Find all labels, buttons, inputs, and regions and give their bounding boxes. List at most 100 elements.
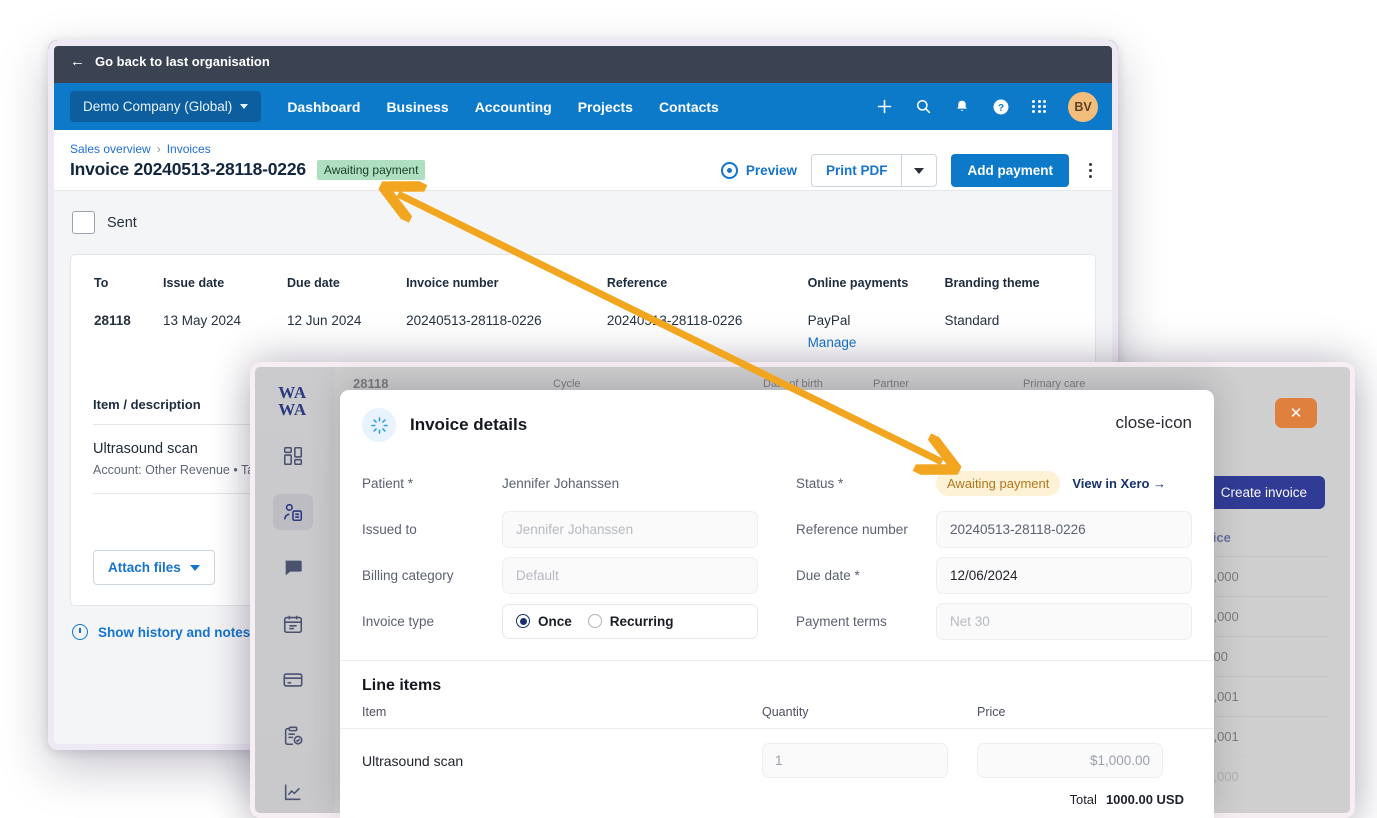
status-value-group: Awaiting payment View in Xero → xyxy=(936,471,1166,496)
line-item-price-input[interactable]: $1,000.00 xyxy=(977,743,1163,778)
col-reference: Reference xyxy=(606,275,807,312)
due-date-input[interactable]: 12/06/2024 xyxy=(936,557,1192,594)
sidebar-item-calendar[interactable] xyxy=(273,606,313,642)
xero-topbar: ← Go back to last organisation xyxy=(48,40,1118,83)
col-invoice-number: Invoice number xyxy=(405,275,606,312)
svg-text:?: ? xyxy=(998,102,1004,113)
close-icon[interactable]: close-icon xyxy=(1115,414,1192,431)
sidebar-item-messages[interactable] xyxy=(273,550,313,586)
manage-link[interactable]: Manage xyxy=(808,335,930,350)
radio-unselected-icon xyxy=(588,614,602,628)
add-payment-button[interactable]: Add payment xyxy=(951,154,1069,187)
nav-right-icons: ? BV xyxy=(876,92,1098,122)
line-item-price-cell: $1,000.00 xyxy=(977,743,1192,778)
ehr-close-button[interactable]: ✕ xyxy=(1275,398,1317,428)
print-pdf-button[interactable]: Print PDF xyxy=(811,154,902,187)
radio-recurring[interactable]: Recurring xyxy=(588,614,674,629)
ehr-create-invoice-button[interactable]: Create invoice xyxy=(1203,476,1325,509)
line-item-name: Ultrasound scan xyxy=(362,753,762,769)
nav-item-accounting[interactable]: Accounting xyxy=(475,99,552,115)
total-value: 1000.00 USD xyxy=(1106,792,1184,807)
reference-number-label: Reference number xyxy=(796,522,936,537)
invoice-details-table: To Issue date Due date Invoice number Re… xyxy=(93,275,1073,351)
sent-checkbox[interactable] xyxy=(72,211,95,234)
modal-right-column: Status * Awaiting payment View in Xero →… xyxy=(796,460,1192,644)
payment-terms-label: Payment terms xyxy=(796,614,936,629)
sidebar-item-dashboard[interactable] xyxy=(273,438,313,474)
organisation-switcher[interactable]: Demo Company (Global) xyxy=(70,91,261,122)
status-badge: Awaiting payment xyxy=(317,160,426,180)
field-due-date: Due date * 12/06/2024 xyxy=(796,552,1192,598)
ehr-price-column: Price $1,000 €1,000 €300 €3,001 €3,001 €… xyxy=(1199,530,1329,796)
screenshot-stage: ← Go back to last organisation Demo Comp… xyxy=(0,0,1377,818)
logo-line-1: WA xyxy=(278,384,306,401)
organisation-name: Demo Company (Global) xyxy=(83,99,232,114)
page-title: Invoice 20240513-28118-0226 xyxy=(70,159,306,180)
go-back-to-last-organisation-button[interactable]: ← Go back to last organisation xyxy=(70,54,270,69)
preview-button[interactable]: Preview xyxy=(721,162,797,179)
modal-form: Patient * Jennifer Johanssen Issued to J… xyxy=(340,454,1214,644)
apps-grid-icon[interactable] xyxy=(1032,100,1046,114)
reference-number-input[interactable]: 20240513-28118-0226 xyxy=(936,511,1192,548)
ehr-price-cell: €1,000 xyxy=(1199,756,1329,796)
sidebar-item-billing[interactable] xyxy=(273,662,313,698)
nav-item-projects[interactable]: Projects xyxy=(578,99,633,115)
radio-selected-icon xyxy=(516,614,530,628)
line-items-header-row: Item Quantity Price xyxy=(340,705,1214,729)
sidebar-item-analytics[interactable] xyxy=(273,774,313,810)
billing-category-input[interactable]: Default xyxy=(502,557,758,594)
nav-item-business[interactable]: Business xyxy=(386,99,448,115)
ehr-price-cell: €300 xyxy=(1199,636,1329,676)
col-branding-theme: Branding theme xyxy=(943,275,1073,312)
sidebar-item-clipboard-check[interactable] xyxy=(273,718,313,754)
radio-recurring-label: Recurring xyxy=(610,614,674,629)
invoice-header: Sales overview › Invoices Invoice 202405… xyxy=(48,130,1118,191)
chevron-down-icon xyxy=(914,168,924,174)
print-pdf-dropdown-button[interactable] xyxy=(901,154,937,187)
line-item-quantity-cell: 1 xyxy=(762,743,977,778)
invoice-type-label: Invoice type xyxy=(362,614,502,629)
online-payments-value: PayPal xyxy=(808,313,930,328)
ehr-price-cell: €1,000 xyxy=(1199,596,1329,636)
attach-files-button[interactable]: Attach files xyxy=(93,550,215,585)
radio-once-label: Once xyxy=(538,614,572,629)
kebab-menu-icon[interactable] xyxy=(1083,159,1098,181)
modal-header: Invoice details close-icon xyxy=(340,390,1214,454)
breadcrumb-invoices[interactable]: Invoices xyxy=(167,142,211,156)
nav-items: Dashboard Business Accounting Projects C… xyxy=(287,99,719,115)
nav-item-contacts[interactable]: Contacts xyxy=(659,99,719,115)
sent-label: Sent xyxy=(107,215,137,231)
logo-line-2: WA xyxy=(278,401,306,418)
total-label: Total xyxy=(1069,792,1096,807)
avatar[interactable]: BV xyxy=(1068,92,1098,122)
sidebar-item-patient-record[interactable] xyxy=(273,494,313,530)
ehr-col-date-of-birth: Date of birth xyxy=(763,378,873,390)
col-due-date: Due date xyxy=(286,275,405,312)
field-reference-number: Reference number 20240513-28118-0226 xyxy=(796,506,1192,552)
breadcrumb-sales-overview[interactable]: Sales overview xyxy=(70,142,151,156)
radio-once[interactable]: Once xyxy=(516,614,572,629)
cell-to[interactable]: 28118 xyxy=(93,312,162,351)
line-items-total: Total 1000.00 USD xyxy=(340,778,1214,807)
patient-value: Jennifer Johanssen xyxy=(502,476,619,491)
plus-icon[interactable] xyxy=(876,98,893,115)
bell-icon[interactable] xyxy=(954,98,970,115)
sent-row: Sent xyxy=(72,211,1096,234)
ehr-sidebar: WA WA xyxy=(250,362,335,818)
line-item-quantity-input[interactable]: 1 xyxy=(762,743,948,778)
field-patient: Patient * Jennifer Johanssen xyxy=(362,460,758,506)
help-icon[interactable]: ? xyxy=(992,98,1010,116)
search-icon[interactable] xyxy=(915,98,932,115)
field-status: Status * Awaiting payment View in Xero → xyxy=(796,460,1192,506)
line-item-row: Ultrasound scan 1 $1,000.00 xyxy=(340,729,1214,778)
ehr-patient-id: 28118 xyxy=(353,376,553,391)
billing-category-label: Billing category xyxy=(362,568,502,583)
view-in-xero-link[interactable]: View in Xero → xyxy=(1072,476,1166,491)
issued-to-input[interactable]: Jennifer Johanssen xyxy=(502,511,758,548)
line-items-col-quantity: Quantity xyxy=(762,705,977,719)
invoice-details-modal: Invoice details close-icon Patient * Jen… xyxy=(340,390,1214,818)
payment-terms-input[interactable]: Net 30 xyxy=(936,603,1192,640)
nav-item-dashboard[interactable]: Dashboard xyxy=(287,99,360,115)
preview-label: Preview xyxy=(746,163,797,178)
xero-main-nav: Demo Company (Global) Dashboard Business… xyxy=(48,83,1118,130)
